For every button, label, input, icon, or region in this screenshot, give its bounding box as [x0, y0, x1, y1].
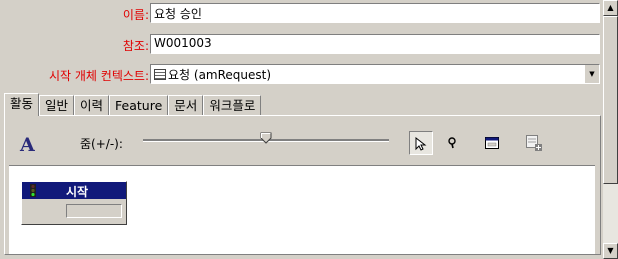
tab-activity[interactable]: 활동	[4, 93, 40, 116]
add-event-icon	[526, 134, 542, 151]
zoom-tool-button[interactable]	[440, 131, 464, 155]
diagram-toolbar: A 줌(+/-):	[10, 121, 598, 165]
start-node[interactable]: 시작	[21, 181, 127, 225]
zoom-slider[interactable]	[143, 131, 389, 151]
activity-box-icon	[485, 136, 499, 149]
context-select[interactable]: 요청 (amRequest) ▼	[150, 64, 600, 84]
tab-workflow[interactable]: 워크플로	[203, 95, 262, 116]
tab-history[interactable]: 이력	[74, 95, 110, 116]
activity-panel: A 줌(+/-): 시작	[4, 115, 601, 255]
workflow-canvas[interactable]: 시작	[9, 165, 595, 254]
name-label: 이름:	[122, 8, 149, 22]
workflow-form: 이름: 요청 승인 참조: W001003 시작 개체 컨텍스트: 요청 (am…	[0, 0, 603, 259]
start-node-output	[66, 204, 122, 218]
context-value: 요청 (amRequest)	[168, 68, 272, 82]
add-activity-button[interactable]	[480, 131, 504, 155]
zoom-label: 줌(+/-):	[80, 137, 123, 151]
zoom-slider-thumb[interactable]	[260, 132, 272, 144]
table-icon	[154, 69, 166, 80]
context-row: 시작 개체 컨텍스트: 요청 (amRequest) ▼	[0, 63, 603, 87]
reference-row: 참조: W001003	[0, 33, 603, 57]
reference-label: 참조:	[122, 39, 149, 53]
traffic-light-icon	[30, 184, 36, 197]
name-field[interactable]: 요청 승인	[150, 3, 600, 23]
scroll-up-icon[interactable]: ▲	[603, 0, 618, 16]
cursor-arrow-icon	[415, 136, 427, 151]
tab-bar: 활동 일반 이력 Feature 문서 워크플로	[4, 93, 262, 116]
vertical-scrollbar[interactable]: ▲ ▼	[603, 0, 618, 259]
tab-documents[interactable]: 문서	[168, 95, 204, 116]
pointer-tool-button[interactable]	[409, 131, 433, 155]
dropdown-arrow-icon[interactable]: ▼	[584, 65, 599, 83]
scroll-down-icon[interactable]: ▼	[603, 243, 618, 259]
add-event-button[interactable]	[522, 131, 546, 155]
reference-field[interactable]: W001003	[150, 34, 600, 54]
tab-feature[interactable]: Feature	[109, 95, 169, 116]
tab-general[interactable]: 일반	[39, 95, 75, 116]
start-node-title: 시작	[66, 185, 89, 199]
name-row: 이름: 요청 승인	[0, 2, 603, 26]
context-label: 시작 개체 컨텍스트:	[49, 69, 149, 83]
scroll-thumb[interactable]	[603, 16, 618, 184]
magnifier-icon	[448, 136, 456, 148]
font-icon[interactable]: A	[20, 134, 35, 156]
start-node-header: 시작	[22, 182, 126, 199]
